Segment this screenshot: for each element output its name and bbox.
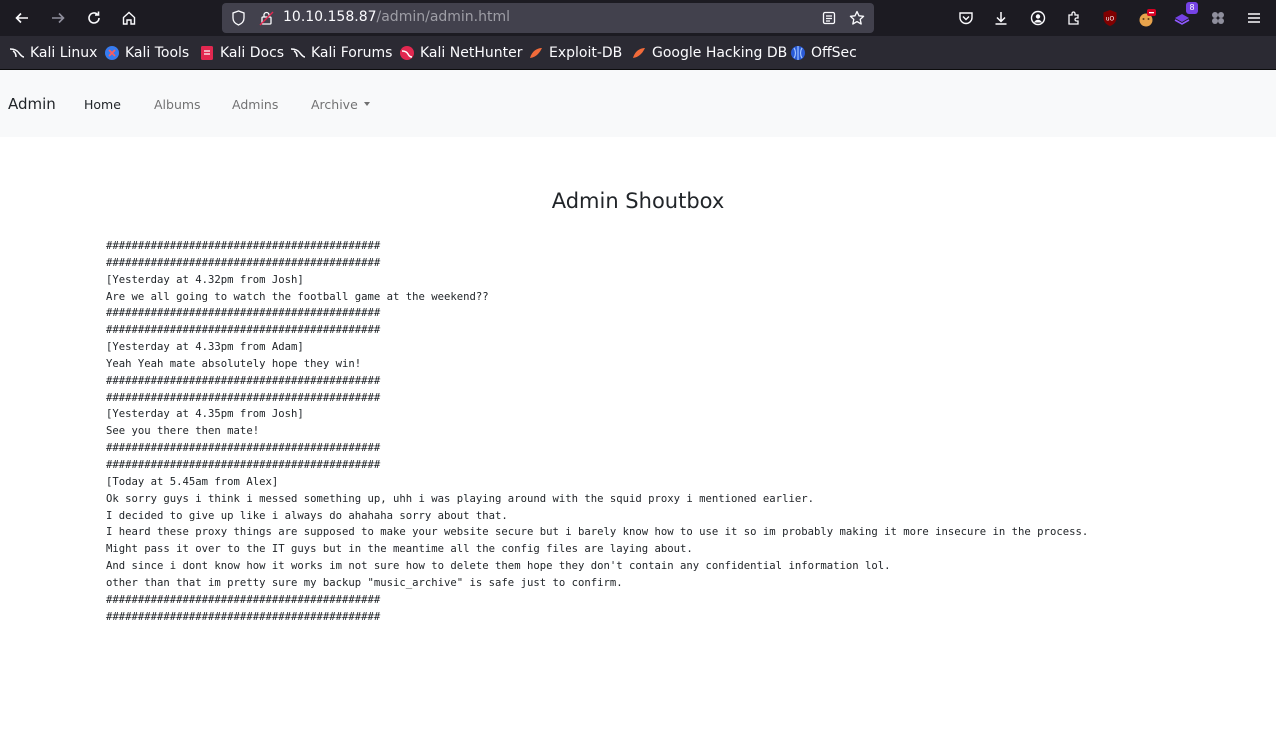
shoutbox-line: ########################################… <box>106 374 381 387</box>
url-path: /admin/admin.html <box>376 9 511 25</box>
shoutbox-log: ########################################… <box>106 238 1088 625</box>
shield-icon[interactable] <box>226 6 250 30</box>
shoutbox-line: ########################################… <box>106 442 381 455</box>
shoutbox-line: other than that im pretty sure my backup… <box>106 576 623 589</box>
shoutbox-line: ########################################… <box>106 610 381 623</box>
pocket-icon[interactable] <box>954 6 978 30</box>
kali-docs-icon <box>199 45 215 61</box>
shoutbox-line: ########################################… <box>106 324 381 337</box>
extension-purple-icon[interactable]: 8 <box>1170 2 1198 30</box>
page-title: Admin Shoutbox <box>551 189 725 213</box>
extension-puzzle-icon[interactable] <box>1206 6 1230 30</box>
kali-dragon-icon <box>290 45 306 61</box>
ublock-icon[interactable]: uO <box>1098 6 1122 30</box>
svg-text:uO: uO <box>1106 16 1115 23</box>
home-icon[interactable] <box>117 6 141 30</box>
shoutbox-line: See you there then mate! <box>106 425 260 438</box>
exploit-db-icon <box>528 45 544 61</box>
shoutbox-line: I heard these proxy things are supposed … <box>106 526 1089 539</box>
shoutbox-line: [Yesterday at 4.35pm from Josh] <box>106 408 304 421</box>
url-text[interactable]: 10.10.158.87/admin/admin.html <box>283 9 510 25</box>
bookmark-label: Kali Docs <box>220 45 285 61</box>
bookmark-kali-forums[interactable]: Kali Forums <box>290 45 392 61</box>
shoutbox-line: Might pass it over to the IT guys but in… <box>106 543 693 556</box>
shoutbox-line: Ok sorry guys i think i messed something… <box>106 492 814 505</box>
shoutbox-line: And since i dont know how it works im no… <box>106 560 891 573</box>
bookmark-offsec[interactable]: OffSec <box>790 45 857 61</box>
bookmark-label: OffSec <box>811 45 857 61</box>
shoutbox-line: [Today at 5.45am from Alex] <box>106 475 279 488</box>
menu-icon[interactable] <box>1242 6 1266 30</box>
offsec-icon <box>790 45 806 61</box>
extension-icon[interactable] <box>1134 6 1158 30</box>
bookmark-kali-linux[interactable]: Kali Linux <box>9 45 97 61</box>
nav-link-home[interactable]: Home <box>84 97 121 112</box>
kali-dragon-icon <box>9 45 25 61</box>
shoutbox-line: ########################################… <box>106 593 381 606</box>
reload-icon[interactable] <box>82 6 106 30</box>
shoutbox-line: I decided to give up like i always do ah… <box>106 509 508 522</box>
kali-tools-icon <box>104 45 120 61</box>
bookmark-label: Exploit-DB <box>549 45 623 61</box>
bookmark-exploit-db[interactable]: Exploit-DB <box>528 45 622 61</box>
bookmark-label: Kali Linux <box>30 45 98 61</box>
bookmark-label: Google Hacking DB <box>652 45 788 61</box>
shoutbox-line: ########################################… <box>106 391 381 404</box>
account-icon[interactable] <box>1026 6 1050 30</box>
shoutbox-line: ########################################… <box>106 256 381 269</box>
bookmark-kali-nethunter[interactable]: Kali NetHunter <box>399 45 522 61</box>
ghdb-icon <box>631 45 647 61</box>
shoutbox-line: ########################################… <box>106 240 381 252</box>
site-navbar: Admin Home Albums Admins Archive <box>0 70 1276 137</box>
shoutbox-line: [Yesterday at 4.33pm from Adam] <box>106 341 304 354</box>
nethunter-icon <box>399 45 415 61</box>
shoutbox-line: ########################################… <box>106 307 381 320</box>
bookmark-label: Kali Forums <box>311 45 393 61</box>
shoutbox-line: [Yesterday at 4.32pm from Josh] <box>106 273 304 286</box>
browser-toolbar: 10.10.158.87/admin/admin.html uO 8 <box>0 0 1276 36</box>
extensions-icon[interactable] <box>1062 6 1086 30</box>
chevron-down-icon <box>363 101 370 106</box>
bookmark-label: Kali Tools <box>125 45 190 61</box>
nav-dropdown-archive[interactable]: Archive <box>311 97 370 112</box>
download-icon[interactable] <box>989 6 1013 30</box>
url-bar[interactable]: 10.10.158.87/admin/admin.html <box>222 3 874 33</box>
bookmark-star-icon[interactable] <box>845 6 869 30</box>
bookmark-kali-docs[interactable]: Kali Docs <box>199 45 284 61</box>
forward-icon[interactable] <box>46 6 70 30</box>
nav-link-admins[interactable]: Admins <box>232 97 278 112</box>
bookmark-label: Kali NetHunter <box>420 45 523 61</box>
nav-link-albums[interactable]: Albums <box>154 97 201 112</box>
shoutbox-line: ########################################… <box>106 458 381 471</box>
back-icon[interactable] <box>10 6 34 30</box>
extension-badge: 8 <box>1186 2 1198 14</box>
bookmark-google-hacking-db[interactable]: Google Hacking DB <box>631 45 787 61</box>
shoutbox-line: Yeah Yeah mate absolutely hope they win! <box>106 357 362 370</box>
navbar-brand[interactable]: Admin <box>8 95 56 113</box>
bookmark-kali-tools[interactable]: Kali Tools <box>104 45 189 61</box>
nav-dropdown-label: Archive <box>311 97 358 112</box>
reader-mode-icon[interactable] <box>817 6 841 30</box>
lock-icon[interactable] <box>254 6 278 30</box>
shoutbox-line: Are we all going to watch the football g… <box>106 290 489 303</box>
url-host: 10.10.158.87 <box>283 9 377 25</box>
bookmarks-bar: Kali Linux Kali Tools Kali Docs Kali For… <box>0 36 1276 70</box>
